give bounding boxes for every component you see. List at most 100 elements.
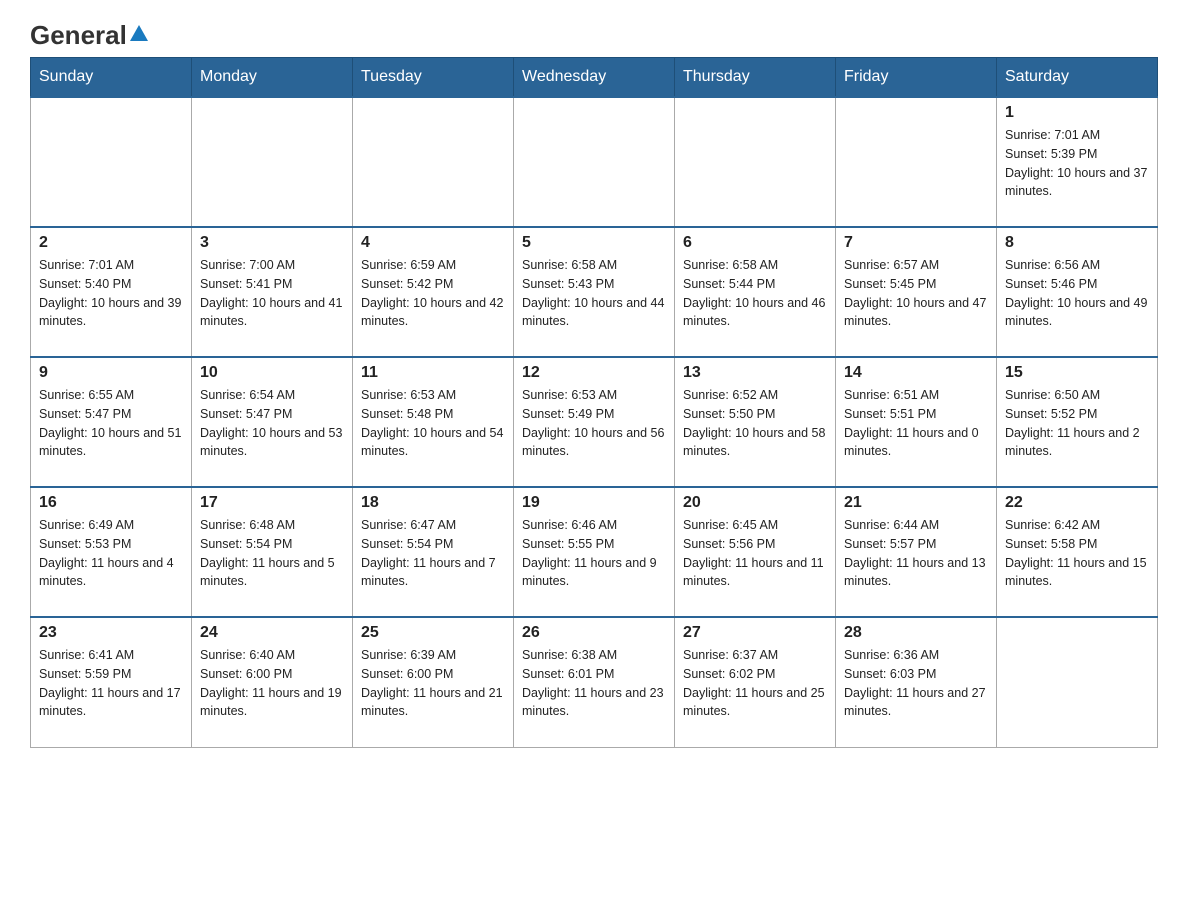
- day-info: Sunrise: 6:37 AMSunset: 6:02 PMDaylight:…: [683, 646, 827, 721]
- day-info: Sunrise: 6:36 AMSunset: 6:03 PMDaylight:…: [844, 646, 988, 721]
- day-of-week-header: Saturday: [997, 58, 1158, 98]
- day-info: Sunrise: 6:38 AMSunset: 6:01 PMDaylight:…: [522, 646, 666, 721]
- day-info: Sunrise: 6:46 AMSunset: 5:55 PMDaylight:…: [522, 516, 666, 591]
- calendar-cell: 13 Sunrise: 6:52 AMSunset: 5:50 PMDayligh…: [675, 357, 836, 487]
- calendar-cell: [514, 97, 675, 227]
- calendar-cell: 4Sunrise: 6:59 AMSunset: 5:42 PMDaylight…: [353, 227, 514, 357]
- calendar-header-row: SundayMondayTuesdayWednesdayThursdayFrid…: [31, 58, 1158, 98]
- calendar-week-row: 2 Sunrise: 7:01 AMSunset: 5:40 PMDaylight…: [31, 227, 1158, 357]
- day-info: Sunrise: 6:39 AMSunset: 6:00 PMDaylight:…: [361, 646, 505, 721]
- day-info: Sunrise: 6:45 AMSunset: 5:56 PMDaylight:…: [683, 516, 827, 591]
- day-number: 9: [39, 364, 183, 382]
- day-info: Sunrise: 6:42 AMSunset: 5:58 PMDaylight:…: [1005, 516, 1149, 591]
- logo-general: General: [30, 20, 127, 51]
- day-info: Sunrise: 6:58 AMSunset: 5:43 PMDaylight:…: [522, 256, 666, 331]
- day-number: 11: [361, 364, 505, 382]
- day-info: Sunrise: 6:53 AMSunset: 5:49 PMDaylight:…: [522, 386, 666, 461]
- calendar-cell: 22 Sunrise: 6:42 AMSunset: 5:58 PMDayligh…: [997, 487, 1158, 617]
- calendar-cell: 24 Sunrise: 6:40 AMSunset: 6:00 PMDayligh…: [192, 617, 353, 747]
- day-info: Sunrise: 6:56 AMSunset: 5:46 PMDaylight:…: [1005, 256, 1149, 331]
- calendar-cell: 8Sunrise: 6:56 AMSunset: 5:46 PMDaylight…: [997, 227, 1158, 357]
- calendar-cell: 17 Sunrise: 6:48 AMSunset: 5:54 PMDayligh…: [192, 487, 353, 617]
- calendar-cell: 20 Sunrise: 6:45 AMSunset: 5:56 PMDayligh…: [675, 487, 836, 617]
- day-number: 14: [844, 364, 988, 382]
- day-of-week-header: Sunday: [31, 58, 192, 98]
- calendar-cell: 1 Sunrise: 7:01 AMSunset: 5:39 PMDaylight…: [997, 97, 1158, 227]
- calendar-cell: [675, 97, 836, 227]
- day-number: 10: [200, 364, 344, 382]
- calendar-cell: 5Sunrise: 6:58 AMSunset: 5:43 PMDaylight…: [514, 227, 675, 357]
- day-info: Sunrise: 6:49 AMSunset: 5:53 PMDaylight:…: [39, 516, 183, 591]
- day-info: Sunrise: 6:52 AMSunset: 5:50 PMDaylight:…: [683, 386, 827, 461]
- calendar-cell: [353, 97, 514, 227]
- day-info: Sunrise: 7:01 AMSunset: 5:39 PMDaylight:…: [1005, 126, 1149, 201]
- day-number: 27: [683, 624, 827, 642]
- calendar-week-row: 23 Sunrise: 6:41 AMSunset: 5:59 PMDayligh…: [31, 617, 1158, 747]
- logo: General: [30, 20, 148, 47]
- calendar-cell: 7 Sunrise: 6:57 AMSunset: 5:45 PMDaylight…: [836, 227, 997, 357]
- calendar-cell: 6Sunrise: 6:58 AMSunset: 5:44 PMDaylight…: [675, 227, 836, 357]
- calendar-cell: 19 Sunrise: 6:46 AMSunset: 5:55 PMDayligh…: [514, 487, 675, 617]
- calendar-cell: 25 Sunrise: 6:39 AMSunset: 6:00 PMDayligh…: [353, 617, 514, 747]
- calendar-cell: 26 Sunrise: 6:38 AMSunset: 6:01 PMDayligh…: [514, 617, 675, 747]
- day-info: Sunrise: 6:41 AMSunset: 5:59 PMDaylight:…: [39, 646, 183, 721]
- day-of-week-header: Thursday: [675, 58, 836, 98]
- day-number: 4: [361, 234, 505, 252]
- calendar-cell: 11Sunrise: 6:53 AMSunset: 5:48 PMDayligh…: [353, 357, 514, 487]
- day-number: 26: [522, 624, 666, 642]
- calendar-cell: [997, 617, 1158, 747]
- day-of-week-header: Tuesday: [353, 58, 514, 98]
- calendar-cell: 12 Sunrise: 6:53 AMSunset: 5:49 PMDayligh…: [514, 357, 675, 487]
- day-info: Sunrise: 6:54 AMSunset: 5:47 PMDaylight:…: [200, 386, 344, 461]
- calendar-cell: 15 Sunrise: 6:50 AMSunset: 5:52 PMDayligh…: [997, 357, 1158, 487]
- day-number: 13: [683, 364, 827, 382]
- day-info: Sunrise: 7:01 AMSunset: 5:40 PMDaylight:…: [39, 256, 183, 331]
- day-number: 17: [200, 494, 344, 512]
- calendar-cell: 10 Sunrise: 6:54 AMSunset: 5:47 PMDayligh…: [192, 357, 353, 487]
- calendar-cell: 23 Sunrise: 6:41 AMSunset: 5:59 PMDayligh…: [31, 617, 192, 747]
- day-number: 3: [200, 234, 344, 252]
- day-number: 12: [522, 364, 666, 382]
- calendar-cell: 14 Sunrise: 6:51 AMSunset: 5:51 PMDayligh…: [836, 357, 997, 487]
- day-number: 2: [39, 234, 183, 252]
- day-number: 25: [361, 624, 505, 642]
- day-info: Sunrise: 6:40 AMSunset: 6:00 PMDaylight:…: [200, 646, 344, 721]
- day-info: Sunrise: 6:57 AMSunset: 5:45 PMDaylight:…: [844, 256, 988, 331]
- calendar-cell: 28 Sunrise: 6:36 AMSunset: 6:03 PMDayligh…: [836, 617, 997, 747]
- calendar-cell: 16 Sunrise: 6:49 AMSunset: 5:53 PMDayligh…: [31, 487, 192, 617]
- day-number: 18: [361, 494, 505, 512]
- calendar-cell: 27 Sunrise: 6:37 AMSunset: 6:02 PMDayligh…: [675, 617, 836, 747]
- day-info: Sunrise: 6:50 AMSunset: 5:52 PMDaylight:…: [1005, 386, 1149, 461]
- day-number: 7: [844, 234, 988, 252]
- calendar-cell: 18Sunrise: 6:47 AMSunset: 5:54 PMDayligh…: [353, 487, 514, 617]
- calendar-week-row: 9 Sunrise: 6:55 AMSunset: 5:47 PMDaylight…: [31, 357, 1158, 487]
- calendar-cell: [31, 97, 192, 227]
- day-number: 23: [39, 624, 183, 642]
- day-number: 28: [844, 624, 988, 642]
- day-of-week-header: Wednesday: [514, 58, 675, 98]
- calendar-cell: 2 Sunrise: 7:01 AMSunset: 5:40 PMDaylight…: [31, 227, 192, 357]
- day-number: 19: [522, 494, 666, 512]
- day-info: Sunrise: 6:51 AMSunset: 5:51 PMDaylight:…: [844, 386, 988, 461]
- calendar-cell: [192, 97, 353, 227]
- day-number: 22: [1005, 494, 1149, 512]
- logo-triangle-icon: [130, 25, 148, 41]
- calendar-cell: 9 Sunrise: 6:55 AMSunset: 5:47 PMDaylight…: [31, 357, 192, 487]
- calendar-cell: 3 Sunrise: 7:00 AMSunset: 5:41 PMDaylight…: [192, 227, 353, 357]
- day-number: 20: [683, 494, 827, 512]
- calendar-week-row: 16 Sunrise: 6:49 AMSunset: 5:53 PMDayligh…: [31, 487, 1158, 617]
- day-number: 15: [1005, 364, 1149, 382]
- day-number: 1: [1005, 104, 1149, 122]
- day-of-week-header: Monday: [192, 58, 353, 98]
- calendar-table: SundayMondayTuesdayWednesdayThursdayFrid…: [30, 57, 1158, 748]
- day-info: Sunrise: 6:44 AMSunset: 5:57 PMDaylight:…: [844, 516, 988, 591]
- day-info: Sunrise: 6:55 AMSunset: 5:47 PMDaylight:…: [39, 386, 183, 461]
- day-info: Sunrise: 7:00 AMSunset: 5:41 PMDaylight:…: [200, 256, 344, 331]
- calendar-cell: [836, 97, 997, 227]
- day-number: 24: [200, 624, 344, 642]
- page-header: General: [30, 20, 1158, 47]
- calendar-week-row: 1 Sunrise: 7:01 AMSunset: 5:39 PMDaylight…: [31, 97, 1158, 227]
- day-number: 16: [39, 494, 183, 512]
- day-info: Sunrise: 6:58 AMSunset: 5:44 PMDaylight:…: [683, 256, 827, 331]
- day-info: Sunrise: 6:48 AMSunset: 5:54 PMDaylight:…: [200, 516, 344, 591]
